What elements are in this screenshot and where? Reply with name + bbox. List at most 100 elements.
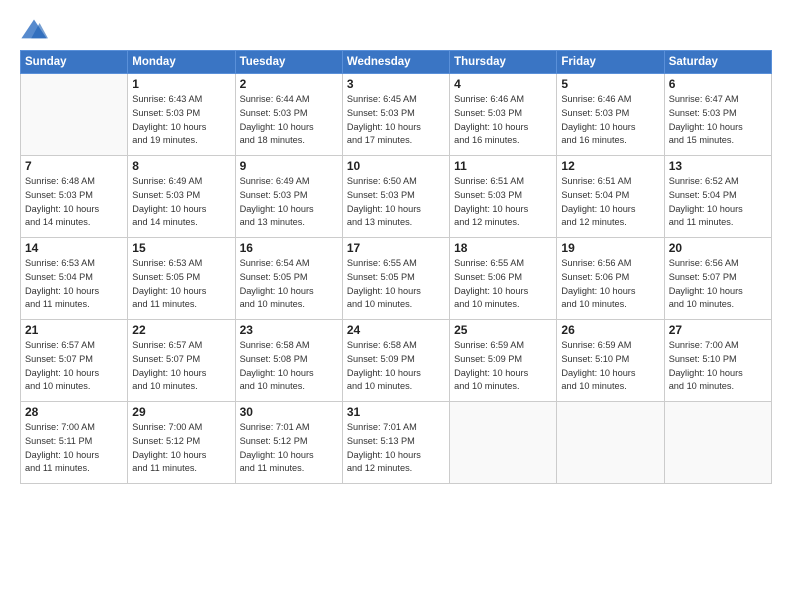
day-info: Sunrise: 6:49 AM Sunset: 5:03 PM Dayligh…: [240, 175, 338, 230]
calendar-week-row: 7 Sunrise: 6:48 AM Sunset: 5:03 PM Daylig…: [21, 156, 772, 238]
calendar-table: SundayMondayTuesdayWednesdayThursdayFrid…: [20, 50, 772, 484]
page-container: SundayMondayTuesdayWednesdayThursdayFrid…: [0, 0, 792, 612]
day-number: 20: [669, 241, 767, 255]
day-number: 6: [669, 77, 767, 91]
day-number: 7: [25, 159, 123, 173]
day-info: Sunrise: 6:44 AM Sunset: 5:03 PM Dayligh…: [240, 93, 338, 148]
day-info: Sunrise: 6:56 AM Sunset: 5:07 PM Dayligh…: [669, 257, 767, 312]
day-number: 23: [240, 323, 338, 337]
calendar-cell: 16 Sunrise: 6:54 AM Sunset: 5:05 PM Dayli…: [235, 238, 342, 320]
calendar-header: SundayMondayTuesdayWednesdayThursdayFrid…: [21, 51, 772, 74]
calendar-cell: 20 Sunrise: 6:56 AM Sunset: 5:07 PM Dayli…: [664, 238, 771, 320]
day-number: 24: [347, 323, 445, 337]
day-info: Sunrise: 6:57 AM Sunset: 5:07 PM Dayligh…: [25, 339, 123, 394]
calendar-cell: 23 Sunrise: 6:58 AM Sunset: 5:08 PM Dayli…: [235, 320, 342, 402]
calendar-cell: 11Sunrise: 6:51 AM Sunset: 5:03 PM Dayli…: [450, 156, 557, 238]
day-number: 8: [132, 159, 230, 173]
day-info: Sunrise: 7:01 AM Sunset: 5:12 PM Dayligh…: [240, 421, 338, 476]
calendar-cell: 24 Sunrise: 6:58 AM Sunset: 5:09 PM Dayli…: [342, 320, 449, 402]
calendar-cell: 2 Sunrise: 6:44 AM Sunset: 5:03 PM Daylig…: [235, 74, 342, 156]
calendar-cell: 28Sunrise: 7:00 AM Sunset: 5:11 PM Dayli…: [21, 402, 128, 484]
calendar-cell: [664, 402, 771, 484]
header: [20, 16, 772, 44]
calendar-week-row: 1Sunrise: 6:43 AM Sunset: 5:03 PM Daylig…: [21, 74, 772, 156]
calendar-cell: 19 Sunrise: 6:56 AM Sunset: 5:06 PM Dayli…: [557, 238, 664, 320]
calendar-cell: 7 Sunrise: 6:48 AM Sunset: 5:03 PM Daylig…: [21, 156, 128, 238]
day-info: Sunrise: 7:01 AM Sunset: 5:13 PM Dayligh…: [347, 421, 445, 476]
calendar-cell: [450, 402, 557, 484]
calendar-week-row: 21 Sunrise: 6:57 AM Sunset: 5:07 PM Dayli…: [21, 320, 772, 402]
day-number: 1: [132, 77, 230, 91]
day-number: 25: [454, 323, 552, 337]
weekday-header-tuesday: Tuesday: [235, 51, 342, 74]
day-info: Sunrise: 6:59 AM Sunset: 5:10 PM Dayligh…: [561, 339, 659, 394]
day-info: Sunrise: 6:57 AM Sunset: 5:07 PM Dayligh…: [132, 339, 230, 394]
day-number: 19: [561, 241, 659, 255]
day-number: 17: [347, 241, 445, 255]
day-number: 16: [240, 241, 338, 255]
day-info: Sunrise: 6:46 AM Sunset: 5:03 PM Dayligh…: [454, 93, 552, 148]
weekday-header-thursday: Thursday: [450, 51, 557, 74]
calendar-cell: 3 Sunrise: 6:45 AM Sunset: 5:03 PM Daylig…: [342, 74, 449, 156]
calendar-cell: 27Sunrise: 7:00 AM Sunset: 5:10 PM Dayli…: [664, 320, 771, 402]
day-info: Sunrise: 6:52 AM Sunset: 5:04 PM Dayligh…: [669, 175, 767, 230]
calendar-cell: [557, 402, 664, 484]
day-info: Sunrise: 6:53 AM Sunset: 5:04 PM Dayligh…: [25, 257, 123, 312]
calendar-cell: 21 Sunrise: 6:57 AM Sunset: 5:07 PM Dayli…: [21, 320, 128, 402]
day-number: 18: [454, 241, 552, 255]
day-number: 30: [240, 405, 338, 419]
day-number: 4: [454, 77, 552, 91]
day-number: 10: [347, 159, 445, 173]
calendar-cell: 1Sunrise: 6:43 AM Sunset: 5:03 PM Daylig…: [128, 74, 235, 156]
weekday-header-wednesday: Wednesday: [342, 51, 449, 74]
day-number: 12: [561, 159, 659, 173]
day-info: Sunrise: 6:58 AM Sunset: 5:08 PM Dayligh…: [240, 339, 338, 394]
day-number: 22: [132, 323, 230, 337]
day-info: Sunrise: 6:51 AM Sunset: 5:04 PM Dayligh…: [561, 175, 659, 230]
calendar-cell: 30 Sunrise: 7:01 AM Sunset: 5:12 PM Dayli…: [235, 402, 342, 484]
day-number: 3: [347, 77, 445, 91]
day-info: Sunrise: 7:00 AM Sunset: 5:11 PM Dayligh…: [25, 421, 123, 476]
calendar-cell: 4 Sunrise: 6:46 AM Sunset: 5:03 PM Daylig…: [450, 74, 557, 156]
day-number: 2: [240, 77, 338, 91]
logo: [20, 16, 52, 44]
calendar-cell: 5Sunrise: 6:46 AM Sunset: 5:03 PM Daylig…: [557, 74, 664, 156]
day-info: Sunrise: 6:55 AM Sunset: 5:05 PM Dayligh…: [347, 257, 445, 312]
day-info: Sunrise: 6:54 AM Sunset: 5:05 PM Dayligh…: [240, 257, 338, 312]
calendar-cell: 15Sunrise: 6:53 AM Sunset: 5:05 PM Dayli…: [128, 238, 235, 320]
calendar-cell: 14 Sunrise: 6:53 AM Sunset: 5:04 PM Dayli…: [21, 238, 128, 320]
calendar-cell: 9Sunrise: 6:49 AM Sunset: 5:03 PM Daylig…: [235, 156, 342, 238]
weekday-header-sunday: Sunday: [21, 51, 128, 74]
calendar-week-row: 28Sunrise: 7:00 AM Sunset: 5:11 PM Dayli…: [21, 402, 772, 484]
calendar-cell: 26 Sunrise: 6:59 AM Sunset: 5:10 PM Dayli…: [557, 320, 664, 402]
day-info: Sunrise: 6:59 AM Sunset: 5:09 PM Dayligh…: [454, 339, 552, 394]
calendar-cell: 10 Sunrise: 6:50 AM Sunset: 5:03 PM Dayli…: [342, 156, 449, 238]
weekday-header-monday: Monday: [128, 51, 235, 74]
calendar-body: 1Sunrise: 6:43 AM Sunset: 5:03 PM Daylig…: [21, 74, 772, 484]
day-info: Sunrise: 6:48 AM Sunset: 5:03 PM Dayligh…: [25, 175, 123, 230]
day-number: 27: [669, 323, 767, 337]
calendar-cell: [21, 74, 128, 156]
day-number: 29: [132, 405, 230, 419]
weekday-header-row: SundayMondayTuesdayWednesdayThursdayFrid…: [21, 51, 772, 74]
day-number: 15: [132, 241, 230, 255]
day-number: 5: [561, 77, 659, 91]
day-info: Sunrise: 6:47 AM Sunset: 5:03 PM Dayligh…: [669, 93, 767, 148]
calendar-cell: 13Sunrise: 6:52 AM Sunset: 5:04 PM Dayli…: [664, 156, 771, 238]
day-number: 11: [454, 159, 552, 173]
weekday-header-friday: Friday: [557, 51, 664, 74]
day-info: Sunrise: 6:58 AM Sunset: 5:09 PM Dayligh…: [347, 339, 445, 394]
day-info: Sunrise: 6:56 AM Sunset: 5:06 PM Dayligh…: [561, 257, 659, 312]
day-number: 21: [25, 323, 123, 337]
day-info: Sunrise: 6:49 AM Sunset: 5:03 PM Dayligh…: [132, 175, 230, 230]
day-number: 14: [25, 241, 123, 255]
calendar-week-row: 14 Sunrise: 6:53 AM Sunset: 5:04 PM Dayli…: [21, 238, 772, 320]
calendar-cell: 8 Sunrise: 6:49 AM Sunset: 5:03 PM Daylig…: [128, 156, 235, 238]
day-number: 31: [347, 405, 445, 419]
day-number: 26: [561, 323, 659, 337]
day-info: Sunrise: 6:50 AM Sunset: 5:03 PM Dayligh…: [347, 175, 445, 230]
calendar-cell: 31 Sunrise: 7:01 AM Sunset: 5:13 PM Dayli…: [342, 402, 449, 484]
day-info: Sunrise: 7:00 AM Sunset: 5:12 PM Dayligh…: [132, 421, 230, 476]
calendar-cell: 25 Sunrise: 6:59 AM Sunset: 5:09 PM Dayli…: [450, 320, 557, 402]
day-info: Sunrise: 6:45 AM Sunset: 5:03 PM Dayligh…: [347, 93, 445, 148]
